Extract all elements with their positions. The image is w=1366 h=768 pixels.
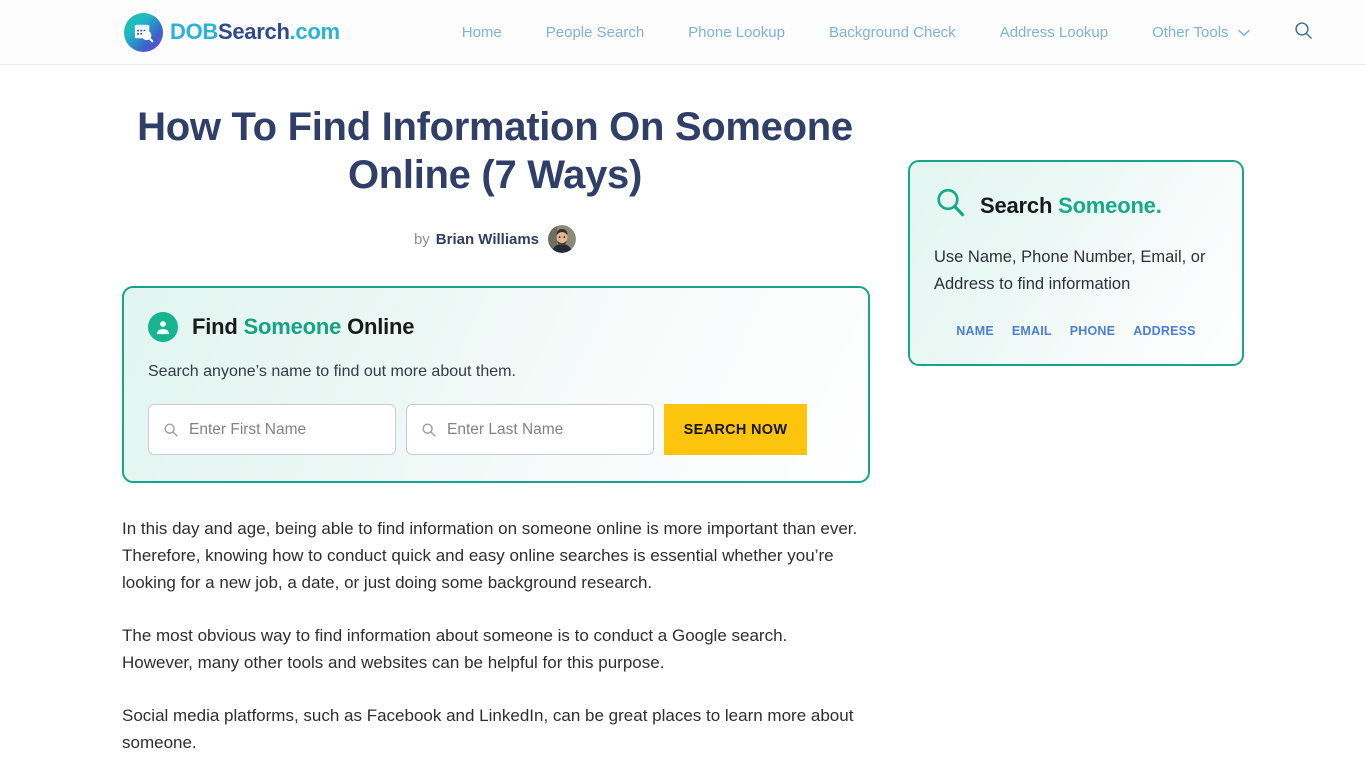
site-header: DOBSearch.com Home People Search Phone L… — [0, 0, 1366, 65]
first-name-input[interactable] — [189, 420, 395, 439]
tab-email[interactable]: EMAIL — [1012, 324, 1052, 338]
search-someone-widget: Search Someone. Use Name, Phone Number, … — [908, 160, 1244, 366]
search-someone-header: Search Someone. — [934, 186, 1218, 225]
search-icon — [1294, 21, 1313, 43]
calendar-search-icon — [124, 12, 163, 52]
nav-item-home[interactable]: Home — [440, 25, 524, 40]
last-name-field[interactable] — [406, 404, 654, 456]
site-logo[interactable]: DOBSearch.com — [124, 12, 340, 52]
nav-item-background-check[interactable]: Background Check — [807, 25, 978, 40]
nav-item-other-tools-label: Other Tools — [1152, 23, 1229, 41]
nav-item-other-tools[interactable]: Other Tools — [1130, 25, 1271, 40]
first-name-field[interactable] — [148, 404, 396, 456]
search-someone-title-accent: Someone. — [1058, 192, 1162, 218]
tab-address[interactable]: ADDRESS — [1133, 324, 1196, 338]
byline-author-name: Brian Williams — [435, 230, 540, 248]
find-card-subtitle: Search anyone’s name to find out more ab… — [148, 363, 516, 380]
logo-text-search: Search — [218, 19, 290, 44]
find-card-title: Find Someone Online — [192, 314, 415, 340]
article-paragraph: Social media platforms, such as Facebook… — [122, 706, 854, 753]
nav-item-address-lookup[interactable]: Address Lookup — [978, 25, 1130, 40]
logo-text-com: .com — [289, 19, 340, 44]
avatar — [548, 225, 577, 253]
main-content: How To Find Information On Someone Onlin… — [0, 65, 870, 768]
find-card-title-part2: Online — [341, 314, 415, 339]
article-paragraph: The most obvious way to find information… — [122, 626, 788, 673]
sidebar: Search Someone. Use Name, Phone Number, … — [870, 65, 1244, 366]
find-card-title-part1: Find — [192, 314, 244, 339]
find-someone-card: Find Someone Online Search anyone’s name… — [122, 286, 870, 484]
last-name-input[interactable] — [447, 420, 653, 439]
search-icon — [163, 422, 179, 438]
find-card-title-accent: Someone — [243, 314, 342, 339]
search-someone-tabs: NAME EMAIL PHONE ADDRESS — [934, 324, 1218, 338]
article-body: In this day and age, being able to find … — [122, 515, 862, 756]
logo-text-dob: DOB — [170, 19, 218, 44]
search-icon — [421, 422, 437, 438]
magnifier-icon — [934, 186, 968, 225]
byline-by-word: by — [413, 230, 430, 248]
find-card-header: Find Someone Online — [148, 312, 844, 342]
page-title: How To Find Information On Someone Onlin… — [137, 105, 853, 197]
page-body: How To Find Information On Someone Onlin… — [0, 65, 1366, 768]
search-someone-title-part1: Search — [980, 192, 1059, 218]
find-someone-form: SEARCH NOW — [148, 404, 844, 456]
byline: by Brian Williams — [110, 225, 880, 253]
nav-item-people-search[interactable]: People Search — [524, 25, 666, 40]
nav-item-phone-lookup[interactable]: Phone Lookup — [666, 25, 807, 40]
main-navigation: Home People Search Phone Lookup Backgrou… — [440, 21, 1313, 43]
search-someone-description: Use Name, Phone Number, Email, or Addres… — [934, 248, 1206, 293]
search-someone-title: Search Someone. — [980, 193, 1162, 219]
site-logo-text: DOBSearch.com — [170, 19, 340, 45]
article-paragraph: In this day and age, being able to find … — [122, 519, 858, 593]
tab-phone[interactable]: PHONE — [1070, 324, 1115, 338]
search-now-button[interactable]: SEARCH NOW — [664, 404, 807, 456]
person-icon — [148, 312, 178, 342]
header-search-button[interactable] — [1294, 21, 1313, 43]
tab-name[interactable]: NAME — [956, 324, 994, 338]
chevron-down-icon — [1237, 25, 1250, 40]
